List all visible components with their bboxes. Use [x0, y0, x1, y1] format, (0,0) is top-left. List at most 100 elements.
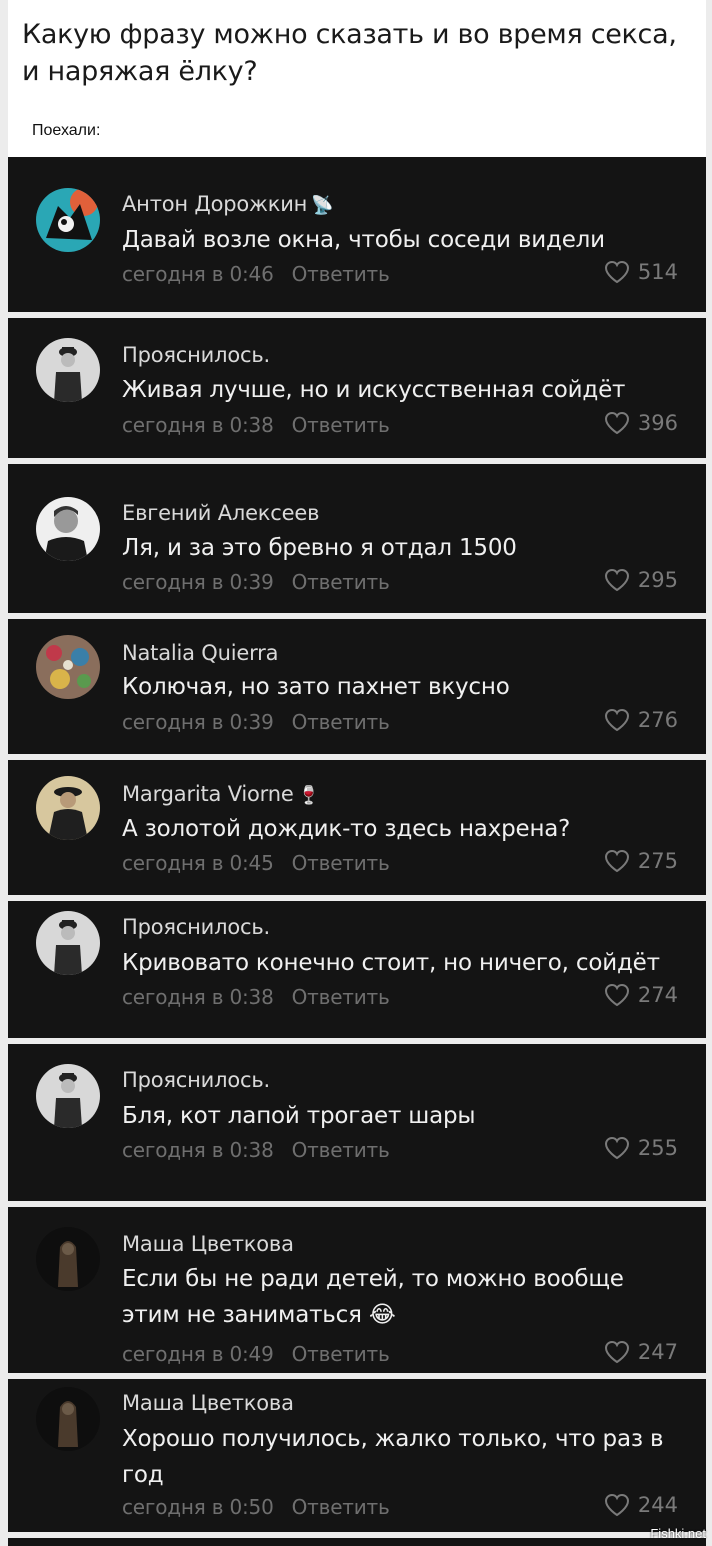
watermark: Fishki.net	[650, 1526, 706, 1541]
heart-icon	[604, 260, 629, 284]
comment-author[interactable]: Margarita Viorne 🍷	[122, 782, 320, 806]
post-intro: Поехали:	[32, 122, 101, 139]
avatar[interactable]	[36, 1064, 100, 1128]
like-count: 295	[637, 568, 678, 592]
avatar[interactable]	[36, 635, 100, 699]
comment-meta: сегодня в 0:38 Ответить	[122, 413, 390, 437]
like-button[interactable]: 275	[604, 849, 678, 873]
like-count: 275	[637, 849, 678, 873]
satellite-dish-icon: 📡	[311, 195, 334, 216]
post-question: Какую фразу можно сказать и во время сек…	[22, 19, 677, 87]
heart-icon	[604, 1340, 629, 1364]
comment-time: сегодня в 0:38	[122, 413, 274, 437]
comment-author[interactable]: Маша Цветкова	[122, 1232, 294, 1256]
like-count: 396	[637, 411, 678, 435]
comment-text: Бля, кот лапой трогает шары	[122, 1103, 476, 1129]
comment-text: Давай возле окна, чтобы соседи видели	[122, 227, 605, 253]
reply-button[interactable]: Ответить	[292, 570, 390, 594]
comment-card: Natalia Quierra Колючая, но зато пахнет …	[8, 619, 706, 754]
next-comment-edge	[8, 1538, 706, 1546]
avatar[interactable]	[36, 911, 100, 975]
like-button[interactable]: 514	[604, 260, 678, 284]
like-button[interactable]: 295	[604, 568, 678, 592]
comment-time: сегодня в 0:49	[122, 1342, 274, 1366]
heart-icon	[604, 568, 629, 592]
reply-button[interactable]: Ответить	[292, 985, 390, 1009]
comment-text: Хорошо получилось, жалко только, что раз…	[122, 1426, 664, 1488]
comment-text: Кривовато конечно стоит, но ничего, сойд…	[122, 950, 660, 976]
heart-icon	[604, 1136, 629, 1160]
comment-time: сегодня в 0:38	[122, 985, 274, 1009]
like-count: 274	[637, 983, 678, 1007]
page: Какую фразу можно сказать и во время сек…	[0, 0, 712, 1546]
comment-author[interactable]: Евгений Алексеев	[122, 501, 319, 525]
avatar[interactable]	[36, 776, 100, 840]
comment-author[interactable]: Прояснилось.	[122, 343, 270, 367]
author-name: Прояснилось.	[122, 915, 270, 939]
comment-time: сегодня в 0:38	[122, 1138, 274, 1162]
heart-icon	[604, 708, 629, 732]
comment-author[interactable]: Natalia Quierra	[122, 641, 278, 665]
like-button[interactable]: 255	[604, 1136, 678, 1160]
reply-button[interactable]: Ответить	[292, 1138, 390, 1162]
comment-meta: сегодня в 0:46 Ответить	[122, 262, 390, 286]
comment-author[interactable]: Маша Цветкова	[122, 1391, 294, 1415]
comment-text: А золотой дождик-то здесь нахрена?	[122, 816, 571, 842]
avatar[interactable]	[36, 338, 100, 402]
comment-text: Ля, и за это бревно я отдал 1500	[122, 535, 517, 561]
like-count: 255	[637, 1136, 678, 1160]
reply-button[interactable]: Ответить	[292, 1342, 390, 1366]
reply-button[interactable]: Ответить	[292, 1495, 390, 1519]
like-count: 276	[637, 708, 678, 732]
author-name: Margarita Viorne	[122, 782, 294, 806]
like-button[interactable]: 396	[604, 411, 678, 435]
heart-icon	[604, 983, 629, 1007]
wine-glass-icon: 🍷	[297, 785, 320, 806]
comment-card: Прояснилось. Кривовато конечно стоит, но…	[8, 901, 706, 1038]
avatar[interactable]	[36, 188, 100, 252]
like-button[interactable]: 276	[604, 708, 678, 732]
avatar[interactable]	[36, 497, 100, 561]
comment-time: сегодня в 0:39	[122, 570, 274, 594]
heart-icon	[604, 411, 629, 435]
comment-text: Живая лучше, но и искусственная сойдёт	[122, 377, 626, 403]
comment-meta: сегодня в 0:39 Ответить	[122, 710, 390, 734]
author-name: Маша Цветкова	[122, 1391, 294, 1415]
like-button[interactable]: 244	[604, 1493, 678, 1517]
comment-meta: сегодня в 0:50 Ответить	[122, 1495, 390, 1519]
comment-card: Маша Цветкова Если бы не ради детей, то …	[8, 1207, 706, 1373]
like-count: 244	[637, 1493, 678, 1517]
comment-text: Колючая, но зато пахнет вкусно	[122, 674, 510, 700]
comment-meta: сегодня в 0:38 Ответить	[122, 985, 390, 1009]
comment-meta: сегодня в 0:49 Ответить	[122, 1342, 390, 1366]
comment-card: Прояснилось. Бля, кот лапой трогает шары…	[8, 1044, 706, 1201]
like-button[interactable]: 274	[604, 983, 678, 1007]
like-count: 247	[637, 1340, 678, 1364]
comment-meta: сегодня в 0:45 Ответить	[122, 851, 390, 875]
comment-time: сегодня в 0:39	[122, 710, 274, 734]
comment-meta: сегодня в 0:39 Ответить	[122, 570, 390, 594]
author-name: Прояснилось.	[122, 343, 270, 367]
comment-author[interactable]: Прояснилось.	[122, 1068, 270, 1092]
author-name: Антон Дорожкин	[122, 192, 308, 216]
heart-icon	[604, 849, 629, 873]
heart-icon	[604, 1493, 629, 1517]
comment-author[interactable]: Антон Дорожкин 📡	[122, 192, 334, 216]
avatar[interactable]	[36, 1227, 100, 1291]
comment-card: Евгений Алексеев Ля, и за это бревно я о…	[8, 464, 706, 613]
reply-button[interactable]: Ответить	[292, 710, 390, 734]
post-header: Какую фразу можно сказать и во время сек…	[8, 0, 706, 157]
comment-card: Антон Дорожкин 📡 Давай возле окна, чтобы …	[8, 157, 706, 312]
reply-button[interactable]: Ответить	[292, 851, 390, 875]
reply-button[interactable]: Ответить	[292, 262, 390, 286]
like-button[interactable]: 247	[604, 1340, 678, 1364]
comment-card: Прояснилось. Живая лучше, но и искусстве…	[8, 318, 706, 458]
comment-time: сегодня в 0:45	[122, 851, 274, 875]
comment-card: Маша Цветкова Хорошо получилось, жалко т…	[8, 1379, 706, 1532]
avatar[interactable]	[36, 1387, 100, 1451]
author-name: Евгений Алексеев	[122, 501, 320, 525]
comment-time: сегодня в 0:50	[122, 1495, 274, 1519]
reply-button[interactable]: Ответить	[292, 413, 390, 437]
comment-text: Если бы не ради детей, то можно вообще э…	[122, 1266, 624, 1328]
comment-author[interactable]: Прояснилось.	[122, 915, 270, 939]
